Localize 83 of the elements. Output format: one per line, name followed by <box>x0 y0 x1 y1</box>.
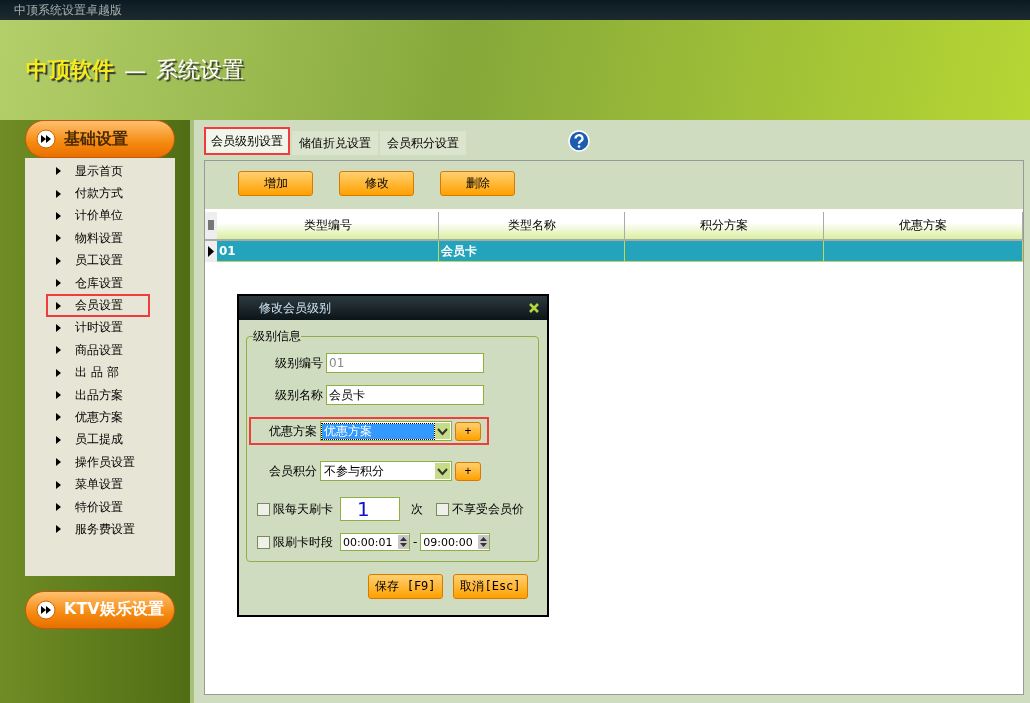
checkbox[interactable] <box>257 535 270 549</box>
toolbar-button[interactable]: 删除 <box>440 171 515 196</box>
sidebar-item-label: 优惠方案 <box>75 409 123 426</box>
brand-name: 中顶软件 <box>26 56 114 84</box>
triangle-icon <box>56 368 61 377</box>
input-field[interactable]: 会员卡 <box>326 385 484 405</box>
tab[interactable]: 会员级别设置 <box>204 127 290 155</box>
sidebar-item-label: 服务费设置 <box>75 520 135 538</box>
dropdown-field[interactable]: 不参与积分 <box>320 461 452 481</box>
checkbox-label: 限每天刷卡 <box>273 500 333 518</box>
toolbar-button[interactable]: 修改 <box>339 171 414 196</box>
sidebar-item-label: 计价单位 <box>75 207 123 225</box>
time-field[interactable]: 00:00:01 <box>340 533 410 551</box>
table-cell: 01 <box>217 241 439 262</box>
checkbox-label: 限刷卡时段 <box>273 533 333 551</box>
field-label: 级别名称 <box>275 386 323 404</box>
input-field[interactable]: 01 <box>326 353 484 373</box>
fast-forward-icon <box>36 599 56 620</box>
field-label: 优惠方案 <box>269 422 317 440</box>
checkbox[interactable] <box>257 502 270 516</box>
checkbox[interactable] <box>436 502 449 516</box>
triangle-icon <box>56 189 61 198</box>
field-label: 级别编号 <box>275 354 323 372</box>
triangle-icon <box>56 301 61 310</box>
triangle-icon <box>56 256 61 265</box>
group-label: 级别信息 <box>253 328 301 345</box>
sidebar-item-label: 显示首页 <box>75 162 123 180</box>
sidebar-item[interactable]: 会员设置 <box>46 294 150 317</box>
sidebar-item-label: 出品方案 <box>75 386 123 404</box>
window-title: 中顶系统设置卓越版 <box>14 1 122 19</box>
sidebar-item-label: 商品设置 <box>75 341 123 359</box>
dialog-button[interactable]: 取消[Esc] <box>453 574 528 599</box>
triangle-icon <box>56 211 61 220</box>
range-separator: - <box>413 535 418 549</box>
sidebar-item-label: 出 品 部 <box>75 364 119 382</box>
table-cell: 会员卡 <box>439 241 625 262</box>
row-selector-icon <box>205 212 217 241</box>
toolbar-button[interactable]: 增加 <box>238 171 313 196</box>
add-button[interactable]: + <box>455 421 481 441</box>
sidebar-item-label: 菜单设置 <box>75 476 123 494</box>
section-button[interactable]: 基础设置 <box>25 120 175 158</box>
sidebar-item-label: 计时设置 <box>75 319 123 337</box>
spinner-icon[interactable] <box>398 535 409 549</box>
triangle-icon <box>56 346 61 355</box>
time-field[interactable]: 09:00:00 <box>420 533 491 551</box>
triangle-icon <box>56 167 61 176</box>
spinner-icon[interactable] <box>478 535 490 549</box>
sidebar-item-label: 员工设置 <box>75 252 123 270</box>
triangle-icon <box>56 435 61 444</box>
close-icon[interactable] <box>529 303 539 313</box>
sidebar-item-label: 仓库设置 <box>75 274 123 292</box>
sidebar-item-label: 会员设置 <box>75 297 123 315</box>
sidebar-item-label: 操作员设置 <box>75 453 135 471</box>
column-header[interactable]: 类型编号 <box>217 212 439 241</box>
triangle-icon <box>56 391 61 400</box>
header-subtitle: 系统设置 <box>156 56 244 84</box>
sidebar-item-label: 特价设置 <box>75 498 123 516</box>
tab[interactable]: 储值折兑设置 <box>292 131 378 155</box>
tab[interactable]: 会员积分设置 <box>380 131 466 155</box>
dialog-title: 修改会员级别 <box>259 299 331 317</box>
count-field[interactable]: 1 <box>340 497 400 521</box>
sidebar-item-label: 物料设置 <box>75 229 123 247</box>
triangle-icon <box>56 480 61 489</box>
sidebar-item-label: 付款方式 <box>75 185 123 203</box>
unit-label: 次 <box>411 500 423 518</box>
triangle-icon <box>56 503 61 512</box>
field-label: 会员积分 <box>269 462 317 480</box>
triangle-icon <box>56 458 61 467</box>
triangle-icon <box>56 525 61 534</box>
column-header[interactable]: 优惠方案 <box>824 212 1023 241</box>
triangle-icon <box>56 323 61 332</box>
help-icon[interactable] <box>568 130 590 152</box>
triangle-icon <box>56 413 61 422</box>
triangle-icon <box>56 234 61 243</box>
column-header[interactable]: 积分方案 <box>625 212 824 241</box>
column-header[interactable]: 类型名称 <box>439 212 625 241</box>
header-dash: — <box>124 57 146 83</box>
checkbox-label: 不享受会员价 <box>452 500 524 518</box>
sidebar-item-label: 员工提成 <box>75 431 123 449</box>
triangle-icon <box>56 279 61 288</box>
fast-forward-icon <box>36 129 56 149</box>
add-button[interactable]: + <box>455 461 481 481</box>
dialog-button[interactable]: 保存 [F9] <box>368 574 443 599</box>
